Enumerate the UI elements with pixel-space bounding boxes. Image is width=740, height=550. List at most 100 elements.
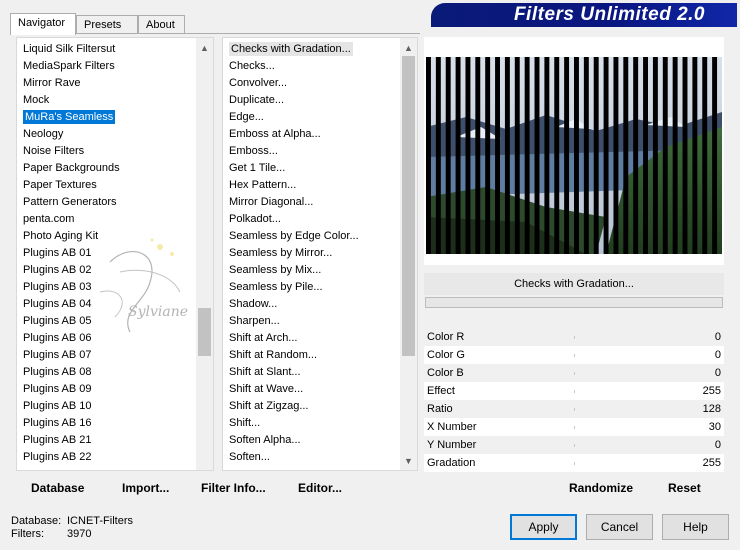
- preview-panel: [424, 37, 724, 265]
- scroll-down-icon[interactable]: ▼: [400, 453, 417, 470]
- apply-button[interactable]: Apply: [510, 514, 577, 540]
- filter-list[interactable]: Checks with Gradation... Checks... Convolv…: [222, 37, 418, 471]
- category-item[interactable]: Plugins AB 09: [17, 381, 196, 398]
- filter-item[interactable]: Duplicate...: [223, 92, 400, 109]
- filter-item[interactable]: Shift...: [223, 415, 400, 432]
- filter-item[interactable]: Shift at Arch...: [223, 330, 400, 347]
- param-row[interactable]: Ratio 128: [424, 400, 724, 418]
- filter-item-label: Emboss...: [229, 145, 278, 157]
- scroll-up-icon[interactable]: ▲: [400, 40, 417, 57]
- filter-item[interactable]: Polkadot...: [223, 211, 400, 228]
- category-item-label: Plugins AB 10: [23, 400, 92, 412]
- filter-item[interactable]: Shift at Zigzag...: [223, 398, 400, 415]
- category-item-label: Plugins AB 08: [23, 366, 92, 378]
- category-item[interactable]: Plugins AB 08: [17, 364, 196, 381]
- category-item-label: Plugins AB 21: [23, 434, 92, 446]
- scroll-up-icon[interactable]: ▲: [196, 40, 213, 57]
- tab-navigator[interactable]: Navigator: [10, 13, 76, 35]
- filter-item[interactable]: Checks with Gradation...: [223, 41, 400, 58]
- checks-stripe: [524, 57, 530, 254]
- category-item[interactable]: Pattern Generators: [17, 194, 196, 211]
- param-row[interactable]: Gradation 255: [424, 454, 724, 472]
- category-item-label: Paper Backgrounds: [23, 162, 120, 174]
- filter-item-label: Emboss at Alpha...: [229, 128, 321, 140]
- filter-item[interactable]: Sharpen...: [223, 313, 400, 330]
- category-item[interactable]: penta.com: [17, 211, 196, 228]
- param-slider-track[interactable]: [574, 390, 575, 393]
- filter-item-label: Mirror Diagonal...: [229, 196, 314, 208]
- help-button[interactable]: Help: [662, 514, 729, 540]
- tab-presets[interactable]: Presets: [76, 15, 138, 34]
- category-item[interactable]: Liquid Silk Filtersut: [17, 41, 196, 58]
- category-item[interactable]: Paper Backgrounds: [17, 160, 196, 177]
- checks-stripe: [445, 57, 451, 254]
- navigator-toolbar: Database Import... Filter Info... Editor…: [16, 477, 418, 499]
- param-slider-track[interactable]: [574, 354, 575, 357]
- filter-scroll-thumb[interactable]: [402, 56, 415, 356]
- category-item-label: Plugins AB 03: [23, 281, 92, 293]
- tab-about[interactable]: About: [138, 15, 185, 34]
- filter-item[interactable]: Seamless by Edge Color...: [223, 228, 400, 245]
- category-item-label: Plugins AB 04: [23, 298, 92, 310]
- filter-item[interactable]: Seamless by Pile...: [223, 279, 400, 296]
- category-item[interactable]: Mirror Rave: [17, 75, 196, 92]
- database-button[interactable]: Database: [31, 481, 84, 495]
- param-row[interactable]: Color R 0: [424, 328, 724, 346]
- category-item-label: Liquid Silk Filtersut: [23, 43, 116, 55]
- category-item[interactable]: Mock: [17, 92, 196, 109]
- filter-info-button[interactable]: Filter Info...: [201, 481, 266, 495]
- cancel-button[interactable]: Cancel: [586, 514, 653, 540]
- filter-item-label: Polkadot...: [229, 213, 281, 225]
- filter-item[interactable]: Emboss at Alpha...: [223, 126, 400, 143]
- category-item[interactable]: Paper Textures: [17, 177, 196, 194]
- filter-item[interactable]: Soften...: [223, 449, 400, 466]
- filter-item[interactable]: Shift at Random...: [223, 347, 400, 364]
- category-item[interactable]: Plugins AB 16: [17, 415, 196, 432]
- filter-item-label: Seamless by Mirror...: [229, 247, 333, 259]
- filter-item[interactable]: Hex Pattern...: [223, 177, 400, 194]
- category-item[interactable]: Neology: [17, 126, 196, 143]
- param-slider-track[interactable]: [574, 462, 575, 465]
- editor-button[interactable]: Editor...: [298, 481, 342, 495]
- filter-item[interactable]: Checks...: [223, 58, 400, 75]
- randomize-button[interactable]: Randomize: [569, 481, 633, 495]
- param-slider-track[interactable]: [574, 372, 575, 375]
- category-item[interactable]: Noise Filters: [17, 143, 196, 160]
- filter-item[interactable]: Edge...: [223, 109, 400, 126]
- filter-scrollbar[interactable]: ▲ ▼: [400, 38, 417, 470]
- scroll-down-icon[interactable]: [196, 453, 213, 470]
- category-item-label: Plugins AB 02: [23, 264, 92, 276]
- filter-item[interactable]: Emboss...: [223, 143, 400, 160]
- param-value: 0: [714, 331, 721, 343]
- param-slider-track[interactable]: [574, 444, 575, 447]
- selected-filter-name: Checks with Gradation...: [424, 273, 724, 295]
- filter-item[interactable]: Mirror Diagonal...: [223, 194, 400, 211]
- checks-stripe: [455, 57, 461, 254]
- filter-item[interactable]: Seamless by Mirror...: [223, 245, 400, 262]
- category-item[interactable]: Plugins AB 10: [17, 398, 196, 415]
- filter-item[interactable]: Get 1 Tile...: [223, 160, 400, 177]
- param-row[interactable]: Color G 0: [424, 346, 724, 364]
- filter-item[interactable]: Shadow...: [223, 296, 400, 313]
- category-item[interactable]: MuRa's Seamless: [17, 109, 196, 126]
- filter-item[interactable]: Convolver...: [223, 75, 400, 92]
- filter-item-label: Get 1 Tile...: [229, 162, 286, 174]
- param-slider-track[interactable]: [574, 336, 575, 339]
- import-button[interactable]: Import...: [122, 481, 169, 495]
- category-item[interactable]: Plugins AB 22: [17, 449, 196, 466]
- category-item[interactable]: MediaSpark Filters: [17, 58, 196, 75]
- filter-item[interactable]: Shift at Wave...: [223, 381, 400, 398]
- param-row[interactable]: Y Number 0: [424, 436, 724, 454]
- reset-button[interactable]: Reset: [668, 481, 701, 495]
- filter-item[interactable]: Seamless by Mix...: [223, 262, 400, 279]
- preview-image: [426, 57, 722, 254]
- filter-item[interactable]: Shift at Slant...: [223, 364, 400, 381]
- param-slider-track[interactable]: [574, 426, 575, 429]
- param-row[interactable]: Effect 255: [424, 382, 724, 400]
- filter-item[interactable]: Soften Alpha...: [223, 432, 400, 449]
- param-row[interactable]: Color B 0: [424, 364, 724, 382]
- param-row[interactable]: X Number 30: [424, 418, 724, 436]
- filter-item-label: Sharpen...: [229, 315, 280, 327]
- param-slider-track[interactable]: [574, 408, 575, 411]
- category-item[interactable]: Plugins AB 21: [17, 432, 196, 449]
